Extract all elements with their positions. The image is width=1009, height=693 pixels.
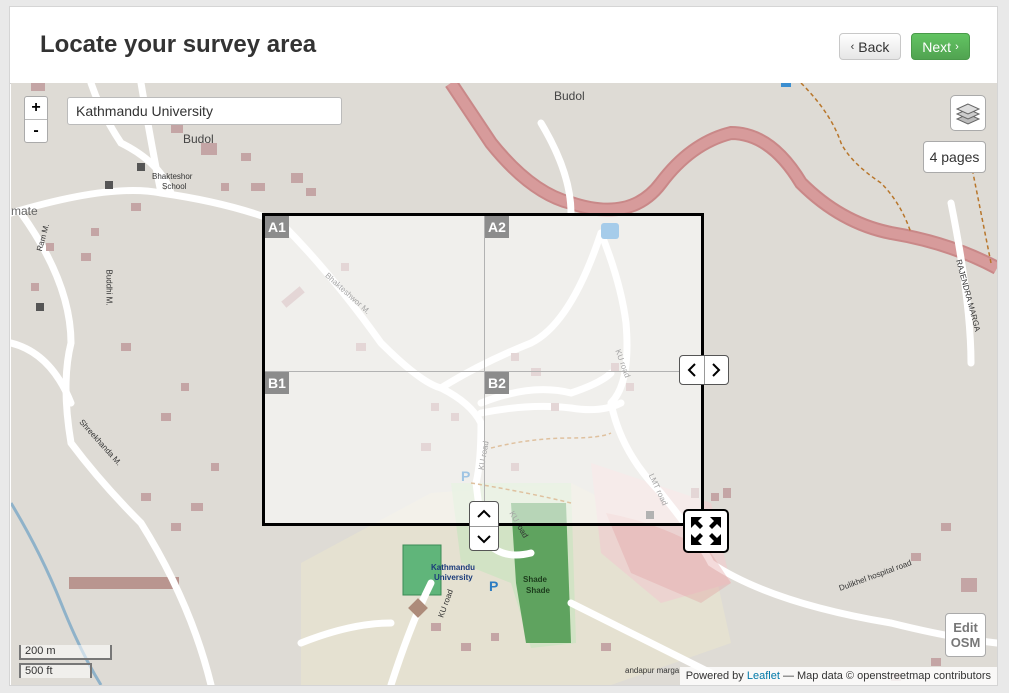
map-label-bhakteshor: Bhakteshor [152,172,193,181]
map-label-shade: Shade [526,586,551,595]
map-label-mate: mate [11,204,38,218]
edit-osm-button[interactable]: Edit OSM [945,613,986,657]
chevron-left-icon: ‹ [850,40,855,53]
svg-text:P: P [489,578,498,594]
attribution-prefix: Powered by [685,670,744,682]
map-label-shade: Shade [523,575,548,584]
layers-icon [955,103,981,125]
chevron-down-icon [477,535,491,544]
grid-divider-vertical [484,216,485,523]
map-label-budol: Budol [554,89,585,103]
grid-cell-label-a2: A2 [485,216,509,238]
scale-bar-imperial: 500 ft [19,663,92,678]
back-button[interactable]: ‹ Back [839,33,901,60]
chevron-left-icon [687,363,696,377]
zoom-control: + - [24,96,48,143]
back-button-label: Back [858,38,890,55]
attribution-text: — Map data © openstreetmap contributors [782,670,991,682]
page-count-badge: 4 pages [923,141,986,173]
zoom-in-button[interactable]: + [25,97,47,119]
edit-osm-label-line2: OSM [950,635,981,650]
zoom-out-button[interactable]: - [25,119,47,142]
next-button[interactable]: Next › [911,33,970,60]
panel-header: Locate your survey area ‹ Back Next › [10,7,997,84]
chevron-right-icon [712,363,721,377]
map-label-university: University [434,573,473,582]
column-stepper[interactable] [679,355,729,385]
row-stepper[interactable] [469,501,499,551]
grid-divider-horizontal [265,371,701,372]
remove-row-button[interactable] [470,502,498,526]
chevron-up-icon [477,509,491,518]
page-title: Locate your survey area [40,31,317,58]
resize-handle[interactable] [683,509,729,553]
expand-arrows-icon [691,517,721,545]
map-label-sandapur: andapur marga [625,666,680,675]
chevron-right-icon: › [955,40,959,53]
layers-button[interactable] [950,95,986,131]
grid-cell-label-b1: B1 [265,372,289,394]
map-attribution: Powered by Leaflet — Map data © openstre… [679,667,997,685]
grid-cell-label-a1: A1 [265,216,289,238]
map-view[interactable]: P P Budol Budol Bhakteshor School mate R… [11,83,997,685]
next-button-label: Next [922,38,952,55]
add-row-button[interactable] [470,526,498,551]
map-label-school: School [162,182,187,191]
remove-column-button[interactable] [680,356,704,384]
location-search-input[interactable] [67,97,342,125]
map-label-buddhi-m: Buddhi M. [104,269,114,306]
survey-area-panel: Locate your survey area ‹ Back Next › P … [9,6,998,686]
leaflet-link[interactable]: Leaflet [747,670,780,682]
map-label-budol: Budol [183,132,214,146]
grid-cell-label-b2: B2 [485,372,509,394]
edit-osm-label-line1: Edit [953,620,978,635]
scale-bar-metric: 200 m [19,645,112,660]
map-label-kathmandu: Kathmandu [431,563,475,572]
print-area-grid[interactable]: A1 A2 B1 B2 [262,213,704,526]
add-column-button[interactable] [703,356,729,384]
